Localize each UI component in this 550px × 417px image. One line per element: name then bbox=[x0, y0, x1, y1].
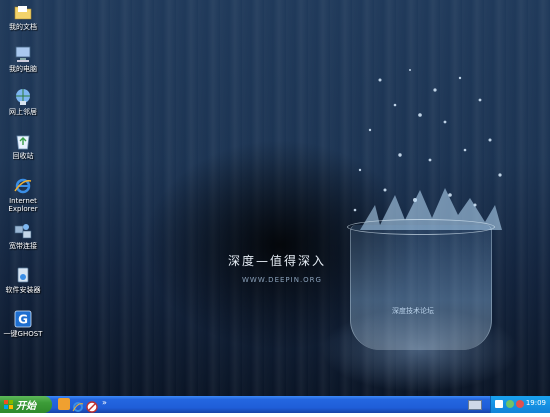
desktop-icon-internet-explorer[interactable]: Internet Explorer bbox=[2, 177, 44, 213]
taskbar: 开始 » 19:09 bbox=[0, 396, 550, 413]
network-icon bbox=[14, 88, 32, 106]
desktop-icon-label: 我的文档 bbox=[9, 23, 37, 31]
desktop-icon-label: 宽带连接 bbox=[9, 242, 37, 250]
ie-icon bbox=[14, 177, 32, 195]
broadband-icon bbox=[14, 222, 32, 240]
security-tray-icon[interactable] bbox=[516, 400, 524, 408]
desktop-icon-my-documents[interactable]: 我的文档 bbox=[2, 3, 44, 31]
quicklaunch-chevron[interactable]: » bbox=[102, 398, 107, 407]
desktop-icon-broadband[interactable]: 宽带连接 bbox=[2, 222, 44, 250]
desktop-icon-network[interactable]: 网上邻居 bbox=[2, 88, 44, 116]
wallpaper-tagline: 深度—值得深入 bbox=[228, 254, 327, 268]
no-entry-icon[interactable] bbox=[86, 398, 98, 413]
volume-tray-icon[interactable] bbox=[506, 400, 514, 408]
wallpaper-forum-text: 深度技术论坛 bbox=[392, 307, 434, 315]
water-glass-graphic bbox=[347, 219, 495, 350]
start-label: 开始 bbox=[16, 401, 36, 412]
desktop-icon-label: Internet Explorer bbox=[8, 197, 38, 213]
folder-icon bbox=[14, 3, 32, 21]
ie-quicklaunch-icon[interactable] bbox=[72, 398, 84, 412]
desktop-icon-label: 回收站 bbox=[12, 152, 34, 160]
tray-clock[interactable]: 19:09 bbox=[526, 399, 546, 407]
desktop-icon-my-computer[interactable]: 我的电脑 bbox=[2, 45, 44, 73]
desktop-icon-label: 我的电脑 bbox=[9, 65, 37, 73]
start-button[interactable]: 开始 bbox=[0, 396, 52, 413]
installer-icon bbox=[14, 266, 32, 284]
ghost-icon: G bbox=[14, 310, 32, 328]
desktop-icon-ghost[interactable]: G 一键GHOST bbox=[2, 310, 44, 338]
wallpaper-url: WWW.DEEPIN.ORG bbox=[242, 276, 322, 284]
network-tray-icon[interactable] bbox=[495, 400, 503, 408]
computer-icon bbox=[14, 45, 32, 63]
svg-text:G: G bbox=[18, 313, 28, 327]
recycle-bin-icon bbox=[14, 132, 32, 150]
desktop-icon-label: 网上邻居 bbox=[9, 108, 37, 116]
system-tray: 19:09 bbox=[490, 396, 550, 413]
desktop-icon-recycle-bin[interactable]: 回收站 bbox=[2, 132, 44, 160]
desktop: 深度—值得深入 WWW.DEEPIN.ORG 深度技术论坛 我的文档 我的电脑 … bbox=[0, 0, 550, 396]
show-desktop-icon[interactable] bbox=[58, 398, 70, 410]
windows-logo-icon bbox=[4, 400, 13, 409]
desktop-icon-software-installer[interactable]: 软件安装器 bbox=[2, 266, 44, 294]
desktop-icon-label: 一键GHOST bbox=[3, 330, 43, 338]
desktop-icon-label: 软件安装器 bbox=[5, 286, 41, 294]
keyboard-icon[interactable] bbox=[468, 400, 482, 410]
water-splash-graphic bbox=[353, 69, 502, 230]
